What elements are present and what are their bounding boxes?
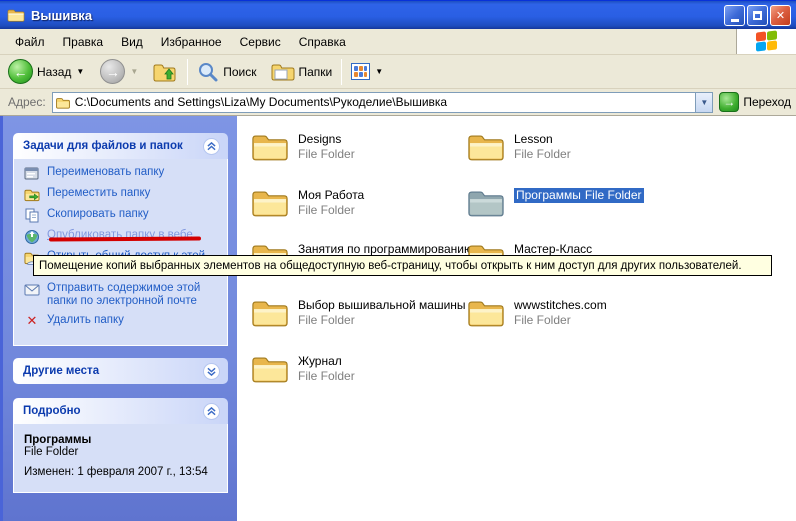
address-input[interactable]: C:\Documents and Settings\Liza\My Docume… (52, 92, 714, 113)
file-list: DesignsFile Folder LessonFile Folder Моя… (237, 116, 796, 521)
menu-tools[interactable]: Сервис (231, 35, 290, 49)
expand-chevron-icon[interactable] (203, 363, 220, 380)
collapse-chevron-icon[interactable] (203, 138, 220, 155)
folders-button[interactable]: Папки (267, 60, 337, 84)
task-move-folder[interactable]: Переместить папку (24, 187, 221, 202)
menu-help[interactable]: Справка (290, 35, 355, 49)
other-places-panel: Другие места (13, 358, 228, 384)
folder-icon (467, 130, 505, 163)
back-button[interactable]: ← Назад ▼ (4, 57, 88, 86)
address-path[interactable]: C:\Documents and Settings\Liza\My Docume… (75, 95, 696, 109)
title-bar[interactable]: Вышивка ✕ (0, 0, 796, 29)
go-icon: → (719, 92, 739, 112)
details-panel: Подробно Программы File Folder Изменен: … (13, 398, 228, 493)
folder-icon (251, 130, 289, 163)
details-header[interactable]: Подробно (13, 398, 228, 424)
views-icon (351, 63, 370, 80)
address-bar: Адрес: C:\Documents and Settings\Liza\My… (0, 89, 796, 116)
views-button[interactable]: ▼ (347, 61, 387, 82)
window-title: Вышивка (31, 8, 724, 23)
address-label: Адрес: (3, 95, 52, 109)
delete-icon: ✕ (24, 314, 40, 327)
copy-folder-icon (24, 208, 40, 223)
folder-tile-zhurnal[interactable]: ЖурналFile Folder (251, 352, 466, 385)
folder-tile-designs[interactable]: DesignsFile Folder (251, 130, 466, 163)
details-modified: Изменен: 1 февраля 2007 г., 13:54 (24, 466, 219, 478)
task-email-folder[interactable]: Отправить содержимое этой папки по элект… (24, 282, 221, 308)
publish-web-icon (24, 229, 40, 244)
minimize-button[interactable] (724, 5, 745, 26)
folder-icon (7, 7, 25, 23)
folders-icon (271, 62, 295, 82)
details-item-type: File Folder (24, 446, 219, 458)
menu-view[interactable]: Вид (112, 35, 152, 49)
back-icon: ← (8, 59, 33, 84)
forward-icon: → (100, 59, 125, 84)
folder-tile-moya-rabota[interactable]: Моя РаботаFile Folder (251, 186, 466, 219)
file-folder-tasks-header[interactable]: Задачи для файлов и папок (13, 133, 228, 159)
menu-bar: Файл Правка Вид Избранное Сервис Справка (0, 29, 796, 55)
explorer-window: Вышивка ✕ Файл Правка Вид Избранное Серв… (0, 0, 796, 521)
folder-icon (251, 186, 289, 219)
search-button[interactable]: Поиск (193, 59, 260, 85)
folder-icon (251, 296, 289, 329)
address-folder-icon (55, 96, 71, 109)
up-button[interactable] (148, 58, 182, 86)
search-icon (197, 61, 219, 83)
windows-logo (736, 29, 796, 54)
menu-favorites[interactable]: Избранное (152, 35, 231, 49)
forward-button[interactable]: → ▼ (96, 57, 142, 86)
up-folder-icon (152, 60, 178, 84)
folder-tile-vybor-mashiny[interactable]: Выбор вышивальной машиныFile Folder (251, 296, 466, 329)
task-copy-folder[interactable]: Скопировать папку (24, 208, 221, 223)
email-icon (24, 282, 40, 297)
maximize-button[interactable] (747, 5, 768, 26)
go-button[interactable]: → Переход (719, 92, 793, 112)
details-item-name: Программы (24, 434, 219, 446)
folder-icon (251, 352, 289, 385)
toolbar: ← Назад ▼ → ▼ Поиск Пап (0, 55, 796, 89)
folder-icon (467, 296, 505, 329)
task-rename-folder[interactable]: Переименовать папку (24, 166, 221, 181)
folder-tile-wwwstitches[interactable]: wwwstitches.comFile Folder (467, 296, 682, 329)
folder-tile-lesson[interactable]: LessonFile Folder (467, 130, 682, 163)
task-delete-folder[interactable]: ✕ Удалить папку (24, 314, 221, 327)
folder-selected-icon (467, 186, 505, 219)
menu-file[interactable]: Файл (6, 35, 54, 49)
rename-folder-icon (24, 166, 40, 181)
task-pane: Задачи для файлов и папок Переименовать … (3, 116, 237, 521)
close-button[interactable]: ✕ (770, 5, 791, 26)
address-dropdown-button[interactable]: ▼ (695, 93, 712, 112)
collapse-chevron-icon[interactable] (203, 403, 220, 420)
other-places-header[interactable]: Другие места (13, 358, 228, 384)
tooltip: Помещение копий выбранных элементов на о… (33, 255, 772, 276)
move-folder-icon (24, 187, 40, 202)
menu-edit[interactable]: Правка (54, 35, 113, 49)
folder-tile-programmy[interactable]: ПрограммыFile Folder (467, 186, 682, 219)
